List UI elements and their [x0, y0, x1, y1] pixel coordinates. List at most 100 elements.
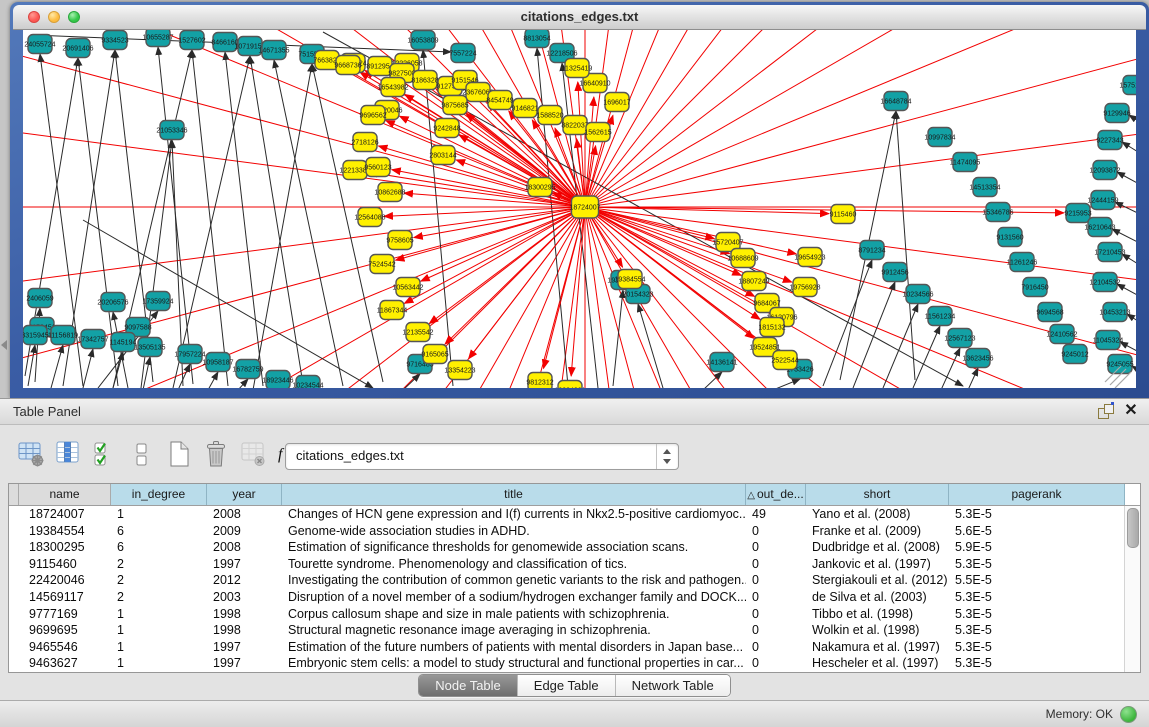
- graph-node[interactable]: 9245012: [1061, 345, 1088, 364]
- graph-node[interactable]: 10862688: [374, 183, 405, 202]
- graph-node[interactable]: 10563442: [392, 278, 423, 297]
- graph-node[interactable]: 14671355: [258, 41, 289, 60]
- column-header-title[interactable]: title: [282, 484, 746, 505]
- graph-node[interactable]: 12567123: [944, 329, 975, 348]
- column-header-short[interactable]: short: [806, 484, 949, 505]
- graph-node[interactable]: 2406059: [26, 289, 53, 308]
- graph-node[interactable]: 9245055: [1106, 355, 1133, 374]
- graph-node[interactable]: 16543982: [377, 78, 408, 97]
- delete-column-icon[interactable]: [201, 439, 231, 469]
- graph-node[interactable]: 10655287: [142, 30, 173, 47]
- graph-node[interactable]: 8813054: [523, 30, 550, 48]
- graph-node[interactable]: 9668736: [334, 56, 361, 75]
- table-row[interactable]: 969969511998Structural magnetic resonanc…: [9, 622, 1125, 639]
- graph-node[interactable]: 18724007: [569, 196, 600, 218]
- graph-node[interactable]: 11325419: [562, 59, 593, 78]
- graph-node[interactable]: 16053809: [407, 31, 438, 50]
- sidebar-resize-handle[interactable]: [1, 340, 7, 350]
- create-column-icon[interactable]: [164, 439, 194, 469]
- graph-node[interactable]: 10453213: [1099, 303, 1130, 322]
- graph-node[interactable]: 9115460: [830, 205, 857, 224]
- graph-node[interactable]: 1527602: [178, 31, 205, 50]
- graph-node[interactable]: 10958187: [202, 353, 233, 372]
- table-row[interactable]: 911546021997Tourette syndrome. Phenomeno…: [9, 556, 1125, 573]
- graph-node[interactable]: 8454749: [486, 91, 513, 110]
- graph-node[interactable]: 1588520: [536, 106, 563, 125]
- float-panel-icon[interactable]: [1098, 404, 1113, 419]
- graph-node[interactable]: 9242848: [433, 119, 460, 138]
- graph-node[interactable]: 12564088: [354, 208, 385, 227]
- column-header-name[interactable]: name: [19, 484, 111, 505]
- graph-node[interactable]: 16210643: [1084, 218, 1115, 237]
- graph-node[interactable]: 10234566: [902, 285, 933, 304]
- graph-node[interactable]: 7557224: [449, 44, 476, 63]
- window-titlebar[interactable]: citations_edges.txt: [13, 5, 1146, 30]
- graph-node[interactable]: 8791234: [858, 241, 885, 260]
- graph-node[interactable]: 20206576: [97, 293, 128, 312]
- graph-node[interactable]: 1145194: [110, 333, 137, 352]
- graph-node[interactable]: 16648784: [880, 92, 911, 111]
- table-row[interactable]: 1938455462009Genome-wide association stu…: [9, 523, 1125, 540]
- graph-node[interactable]: 12410562: [1046, 325, 1077, 344]
- graph-node[interactable]: 18300295: [524, 178, 555, 197]
- graph-node[interactable]: 12104532: [1089, 273, 1120, 292]
- table-scrollbar-thumb[interactable]: [1127, 508, 1139, 548]
- graph-node[interactable]: 9131560: [996, 228, 1023, 247]
- graph-node[interactable]: 11045324: [1093, 331, 1124, 350]
- unselect-columns-icon[interactable]: [127, 439, 157, 469]
- graph-node[interactable]: 13354223: [444, 361, 475, 380]
- graph-node[interactable]: 17957224: [174, 345, 205, 364]
- graph-node[interactable]: 19654923: [794, 248, 825, 267]
- tab-node-table[interactable]: Node Table: [419, 675, 517, 696]
- table-row[interactable]: 946554611997Estimation of the future num…: [9, 639, 1125, 656]
- graph-node[interactable]: 18807249: [738, 272, 769, 291]
- graph-node[interactable]: 10688609: [727, 249, 758, 268]
- table-scrollbar[interactable]: [1124, 506, 1140, 672]
- graph-node[interactable]: 24055724: [24, 35, 55, 54]
- table-row[interactable]: 946362711997Embryonic stem cells: a mode…: [9, 655, 1125, 672]
- graph-node[interactable]: 1815132: [758, 318, 785, 337]
- close-panel-icon[interactable]: [1123, 402, 1139, 420]
- graph-node[interactable]: 20691406: [62, 39, 93, 58]
- graph-node[interactable]: 9146821: [511, 99, 538, 118]
- graph-node[interactable]: 17210453: [1094, 243, 1125, 262]
- graph-node[interactable]: 11474095: [950, 153, 981, 172]
- table-row[interactable]: 1872400712008Changes of HCN gene express…: [9, 506, 1125, 523]
- graph-node[interactable]: 10997834: [924, 128, 955, 147]
- graph-node[interactable]: 17359924: [142, 292, 173, 311]
- table-settings-icon[interactable]: [16, 439, 46, 469]
- graph-node[interactable]: 9334523: [101, 31, 128, 50]
- table-row[interactable]: 1830029562008Estimation of significance …: [9, 539, 1125, 556]
- graph-node[interactable]: 14513354: [969, 178, 1000, 197]
- graph-node[interactable]: 2803144: [429, 146, 456, 165]
- graph-node[interactable]: 9696562: [359, 106, 386, 125]
- graph-node[interactable]: 14136141: [706, 353, 737, 372]
- graph-node[interactable]: 18923446: [262, 371, 293, 389]
- graph-node[interactable]: 8186328: [411, 71, 438, 90]
- graph-node[interactable]: 10234544: [292, 376, 323, 389]
- table-row[interactable]: 977716911998Corpus callosum shape and si…: [9, 606, 1125, 623]
- graph-node[interactable]: 1562615: [584, 123, 611, 142]
- table-selector-dropdown[interactable]: citations_edges.txt: [285, 443, 679, 470]
- column-header-in_degree[interactable]: in_degree: [111, 484, 207, 505]
- graph-node[interactable]: 7916450: [1021, 278, 1048, 297]
- graph-node[interactable]: 10234221: [554, 381, 585, 389]
- column-header-year[interactable]: year: [207, 484, 282, 505]
- graph-node[interactable]: 2718126: [351, 133, 378, 152]
- graph-node[interactable]: 12444159: [1087, 191, 1118, 210]
- graph-node[interactable]: 2522544: [771, 351, 798, 370]
- graph-node[interactable]: 19384554: [614, 270, 645, 289]
- column-header-pagerank[interactable]: pagerank: [949, 484, 1125, 505]
- graph-node[interactable]: 11261246: [1007, 253, 1038, 272]
- graph-node[interactable]: 9129946: [1103, 104, 1130, 123]
- graph-node[interactable]: 13505135: [134, 338, 165, 357]
- graph-node[interactable]: 9912456: [881, 263, 908, 282]
- graph-node[interactable]: 3315945: [23, 326, 49, 345]
- graph-node[interactable]: 9758605: [386, 231, 413, 250]
- graph-node[interactable]: 9560123: [364, 158, 391, 177]
- graph-node[interactable]: 9875685: [441, 96, 468, 115]
- graph-node[interactable]: 1696017: [603, 93, 630, 112]
- graph-node[interactable]: 15751074: [1119, 76, 1136, 95]
- graph-node[interactable]: 11156819: [48, 326, 78, 345]
- graph-node[interactable]: 21053346: [156, 121, 187, 140]
